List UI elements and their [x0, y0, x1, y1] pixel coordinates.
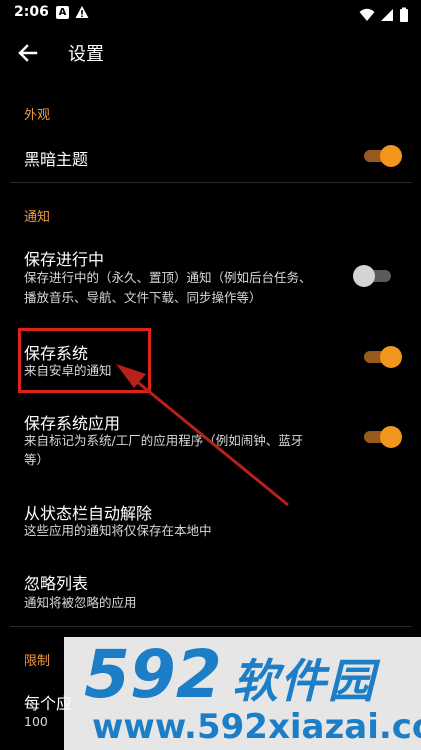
setting-subtitle-line2: 等）	[24, 452, 50, 467]
setting-title: 黑暗主题	[24, 150, 89, 169]
setting-auto-dismiss[interactable]: 从状态栏自动解除 这些应用的通知将仅保存在本地中	[0, 490, 421, 550]
back-button[interactable]	[12, 38, 42, 68]
arrow-left-icon	[18, 44, 38, 62]
section-divider	[10, 626, 412, 627]
watermark-url: www.592xiazai.com	[92, 707, 421, 747]
watermark-logo: 592	[84, 637, 222, 707]
a-notification-icon: A	[56, 6, 69, 19]
highlight-box	[18, 328, 151, 393]
setting-subtitle-line1: 来自标记为系统/工厂的应用程序（例如闹钟、蓝牙	[24, 433, 304, 448]
watermark: 592 软件园 www.592xiazai.com	[64, 637, 421, 750]
setting-save-system-apps[interactable]: 保存系统应用 来自标记为系统/工厂的应用程序（例如闹钟、蓝牙 等）	[0, 400, 421, 476]
warning-icon	[75, 6, 89, 18]
save-ongoing-toggle[interactable]	[353, 265, 393, 287]
status-time: 2:06	[14, 4, 49, 20]
setting-title: 保存进行中	[24, 250, 105, 269]
toggle-thumb	[353, 265, 375, 287]
setting-dark-theme[interactable]: 黑暗主题	[0, 132, 421, 182]
setting-subtitle-line2: 播放音乐、导航、文件下载、同步操作等）	[24, 290, 262, 305]
setting-subtitle: 这些应用的通知将仅保存在本地中	[24, 523, 212, 538]
battery-icon	[400, 7, 408, 22]
section-divider	[10, 182, 412, 183]
toggle-thumb	[380, 346, 402, 368]
setting-ignore-list[interactable]: 忽略列表 通知将被忽略的应用	[0, 560, 421, 620]
setting-value: 100	[24, 714, 48, 729]
dark-theme-toggle[interactable]	[362, 145, 402, 167]
app-toolbar: 设置	[0, 26, 421, 78]
save-system-toggle[interactable]	[362, 346, 402, 368]
signal-icon	[380, 8, 393, 21]
status-bar: 2:06 A	[0, 0, 421, 26]
page-title: 设置	[68, 44, 104, 65]
save-system-apps-toggle[interactable]	[362, 426, 402, 448]
watermark-logo-text: 软件园	[232, 654, 376, 708]
toggle-thumb	[380, 426, 402, 448]
watermark-logo-digits: 592	[84, 637, 222, 707]
setting-subtitle-line1: 保存进行中的（永久、置顶）通知（例如后台任务、	[24, 270, 312, 285]
setting-subtitle: 通知将被忽略的应用	[24, 595, 137, 610]
setting-title: 忽略列表	[24, 574, 89, 593]
setting-save-ongoing[interactable]: 保存进行中 保存进行中的（永久、置顶）通知（例如后台任务、 播放音乐、导航、文件…	[0, 236, 421, 316]
section-header-notifications: 通知	[24, 210, 51, 225]
section-header-appearance: 外观	[24, 108, 51, 123]
status-icons	[359, 4, 409, 23]
wifi-icon	[359, 8, 375, 21]
section-header-limits: 限制	[24, 654, 51, 669]
toggle-thumb	[380, 145, 402, 167]
settings-screen: 2:06 A 设置 外观 黑暗主题 通知 保存进行中 保存进行中的（永久、置顶）…	[0, 0, 421, 750]
